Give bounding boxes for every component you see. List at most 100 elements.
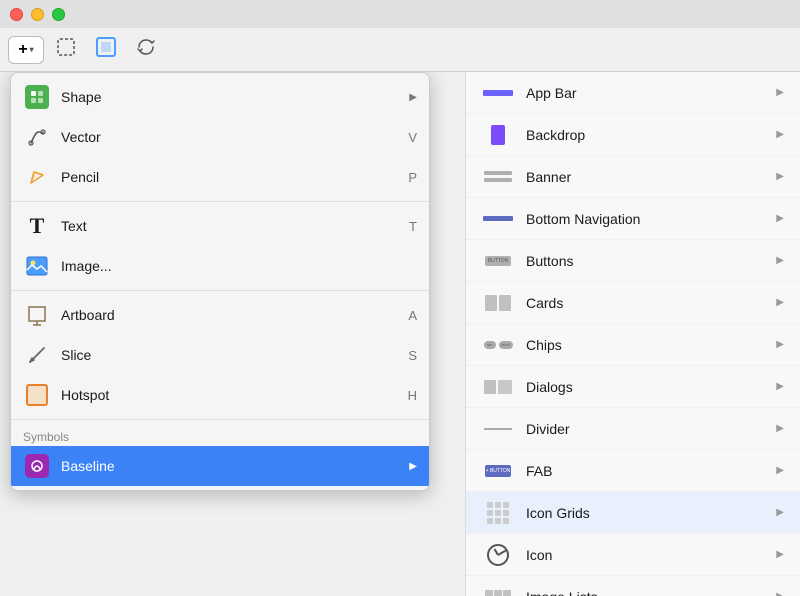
chips-icon: tab label [482,335,514,355]
hotspot-label: Hotspot [61,387,408,403]
select-tool-button[interactable] [48,34,84,66]
list-item-dialogs[interactable]: Dialogs ▶ [466,366,800,408]
shape-label: Shape [61,89,405,105]
image-lists-chevron: ▶ [776,591,784,596]
icon-label: Icon [526,547,776,563]
bottom-nav-icon [482,209,514,229]
backdrop-icon [482,125,514,145]
menu-item-hotspot[interactable]: Hotspot H [11,375,429,415]
text-icon: T [23,212,51,240]
frame-tool-button[interactable] [88,34,124,66]
fab-label: FAB [526,463,776,479]
list-item-app-bar[interactable]: App Bar ▶ [466,72,800,114]
divider-chevron: ▶ [776,423,784,434]
text-label: Text [61,218,409,234]
divider-icon [482,419,514,439]
menu-item-text[interactable]: T Text T [11,206,429,246]
image-lists-icon [482,587,514,596]
menu-item-slice[interactable]: Slice S [11,335,429,375]
cards-icon [482,293,514,313]
chips-chevron: ▶ [776,339,784,350]
minimize-button[interactable] [31,8,44,21]
backdrop-chevron: ▶ [776,129,784,140]
backdrop-label: Backdrop [526,127,776,143]
list-item-buttons[interactable]: BUTTON Buttons ▶ [466,240,800,282]
add-caret-icon: ▾ [30,45,34,54]
chips-label: Chips [526,337,776,353]
menu-section-structure: Artboard A Slice S [11,290,429,419]
slice-icon [23,341,51,369]
baseline-label: Baseline [61,458,405,474]
bottom-nav-chevron: ▶ [776,213,784,224]
menu-section-content: T Text T Image... [11,201,429,290]
fab-chevron: ▶ [776,465,784,476]
menu-item-vector[interactable]: Vector V [11,117,429,157]
buttons-chevron: ▶ [776,255,784,266]
divider-label: Divider [526,421,776,437]
frame-icon [95,36,117,63]
list-item-fab[interactable]: + BUTTON FAB ▶ [466,450,800,492]
menu-item-image[interactable]: Image... [11,246,429,286]
menu-item-artboard[interactable]: Artboard A [11,295,429,335]
list-item-divider[interactable]: Divider ▶ [466,408,800,450]
icon-grids-label: Icon Grids [526,505,776,521]
list-item-backdrop[interactable]: Backdrop ▶ [466,114,800,156]
shape-icon [23,83,51,111]
vector-icon [23,123,51,151]
pencil-label: Pencil [61,169,408,185]
maximize-button[interactable] [52,8,65,21]
left-panel: Shape ▶ Vector V [0,72,465,596]
list-item-image-lists[interactable]: Image Lists ▶ [466,576,800,596]
menu-item-baseline[interactable]: Baseline ▶ [11,446,429,486]
hotspot-icon [23,381,51,409]
pencil-icon [23,163,51,191]
list-item-chips[interactable]: tab label Chips ▶ [466,324,800,366]
list-item-banner[interactable]: Banner ▶ [466,156,800,198]
artboard-shortcut: A [408,308,417,323]
add-icon: + [18,41,27,59]
menu-section-draw: Shape ▶ Vector V [11,73,429,201]
baseline-arrow: ▶ [409,461,417,472]
close-button[interactable] [10,8,23,21]
menu-item-shape[interactable]: Shape ▶ [11,77,429,117]
artboard-label: Artboard [61,307,408,323]
sync-tool-button[interactable] [128,34,164,66]
buttons-label: Buttons [526,253,776,269]
bottom-nav-label: Bottom Navigation [526,211,776,227]
fab-icon: + BUTTON [482,461,514,481]
toolbar: + ▾ [0,28,800,72]
menu-item-pencil[interactable]: Pencil P [11,157,429,197]
image-icon [23,252,51,280]
add-button[interactable]: + ▾ [8,36,44,64]
main-content: Shape ▶ Vector V [0,72,800,596]
icon-icon [482,545,514,565]
vector-shortcut: V [408,130,417,145]
image-lists-label: Image Lists [526,589,776,596]
app-bar-label: App Bar [526,85,776,101]
shape-arrow: ▶ [409,92,417,103]
pencil-shortcut: P [408,170,417,185]
title-bar [0,0,800,28]
vector-label: Vector [61,129,408,145]
baseline-icon [23,452,51,480]
symbols-section-label: Symbols [11,424,429,446]
slice-shortcut: S [408,348,417,363]
right-panel: App Bar ▶ Backdrop ▶ Banner ▶ [465,72,800,596]
app-bar-icon [482,83,514,103]
hotspot-shortcut: H [408,388,417,403]
list-item-icon-grids[interactable]: Icon Grids ▶ [466,492,800,534]
text-shortcut: T [409,219,417,234]
insert-dropdown-menu: Shape ▶ Vector V [10,72,430,491]
banner-icon [482,167,514,187]
list-item-bottom-navigation[interactable]: Bottom Navigation ▶ [466,198,800,240]
icon-grids-icon [482,503,514,523]
list-item-cards[interactable]: Cards ▶ [466,282,800,324]
banner-chevron: ▶ [776,171,784,182]
sync-icon [135,36,157,63]
cards-chevron: ▶ [776,297,784,308]
menu-section-symbols: Symbols Baseline ▶ [11,419,429,490]
app-bar-chevron: ▶ [776,87,784,98]
buttons-icon: BUTTON [482,251,514,271]
list-item-icon[interactable]: Icon ▶ [466,534,800,576]
dialogs-label: Dialogs [526,379,776,395]
